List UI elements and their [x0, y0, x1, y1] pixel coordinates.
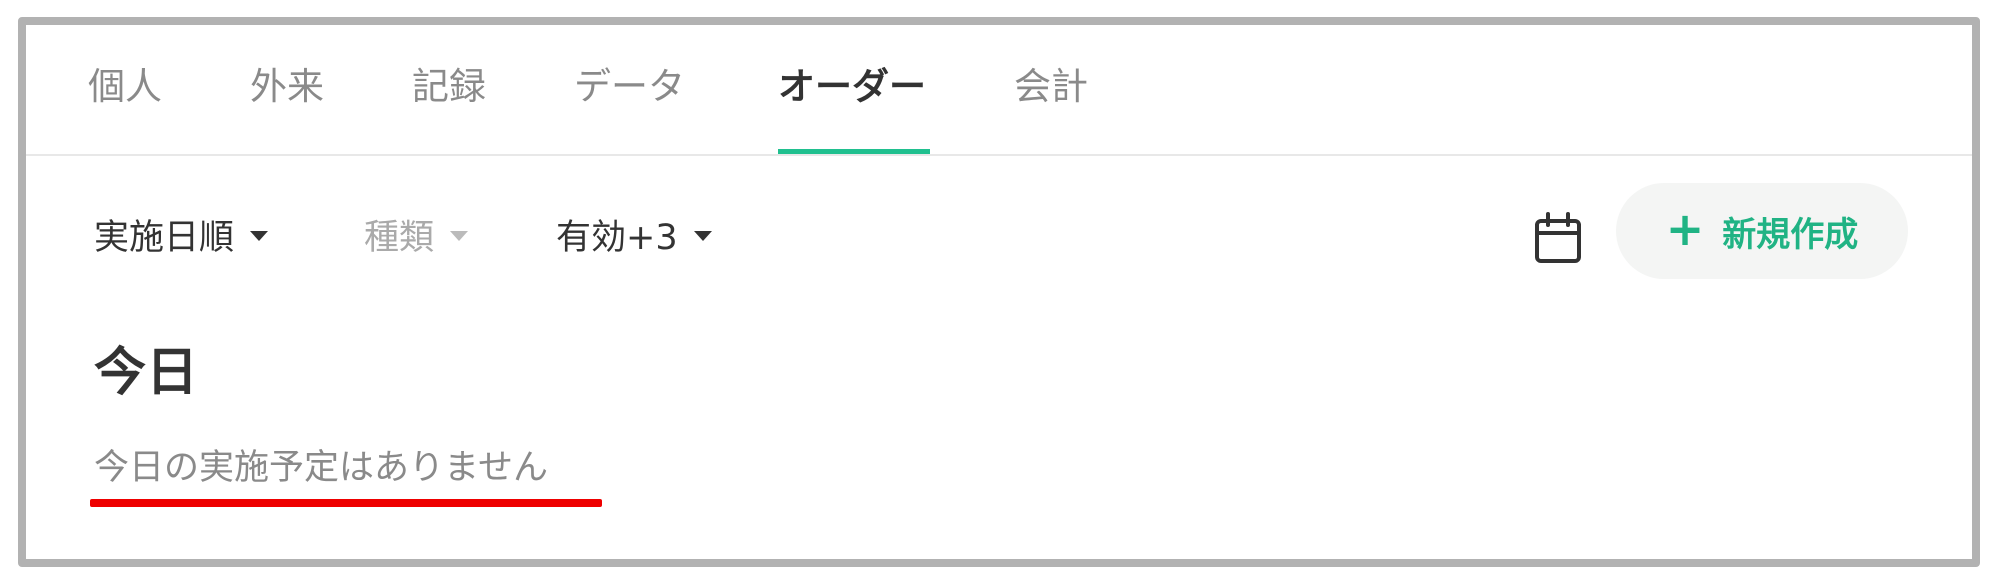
plus-icon: +: [1665, 202, 1705, 256]
tab-bar: 個人 外来 記録 データ オーダー 会計: [26, 25, 1972, 156]
empty-state-message: 今日の実施予定はありません: [94, 448, 548, 488]
tab-personal[interactable]: 個人: [88, 65, 162, 109]
caret-down-icon: [250, 231, 269, 241]
status-filter-dropdown[interactable]: 有効+3: [556, 215, 712, 261]
tab-data[interactable]: データ: [574, 65, 685, 109]
caret-down-icon: [693, 231, 712, 241]
active-tab-indicator: [778, 149, 930, 154]
sort-dropdown-label: 実施日順: [94, 218, 235, 258]
tab-outpatient[interactable]: 外来: [250, 65, 324, 109]
highlight-underline: [90, 499, 602, 507]
caret-down-icon: [450, 231, 469, 241]
new-order-button[interactable]: + 新規作成: [1616, 183, 1908, 279]
tab-billing[interactable]: 会計: [1014, 65, 1088, 109]
type-dropdown[interactable]: 種類: [364, 215, 469, 261]
calendar-icon[interactable]: [1534, 212, 1582, 264]
section-title-today: 今日: [94, 343, 199, 403]
sort-dropdown[interactable]: 実施日順: [94, 215, 269, 261]
status-filter-label: 有効+3: [556, 218, 678, 258]
type-dropdown-label: 種類: [364, 218, 435, 258]
order-panel: 個人 外来 記録 データ オーダー 会計 実施日順 種類 有効+3 + 新規作成…: [18, 17, 1980, 567]
new-order-button-label: 新規作成: [1722, 214, 1859, 255]
tab-orders[interactable]: オーダー: [778, 65, 926, 109]
tab-records[interactable]: 記録: [412, 65, 486, 109]
